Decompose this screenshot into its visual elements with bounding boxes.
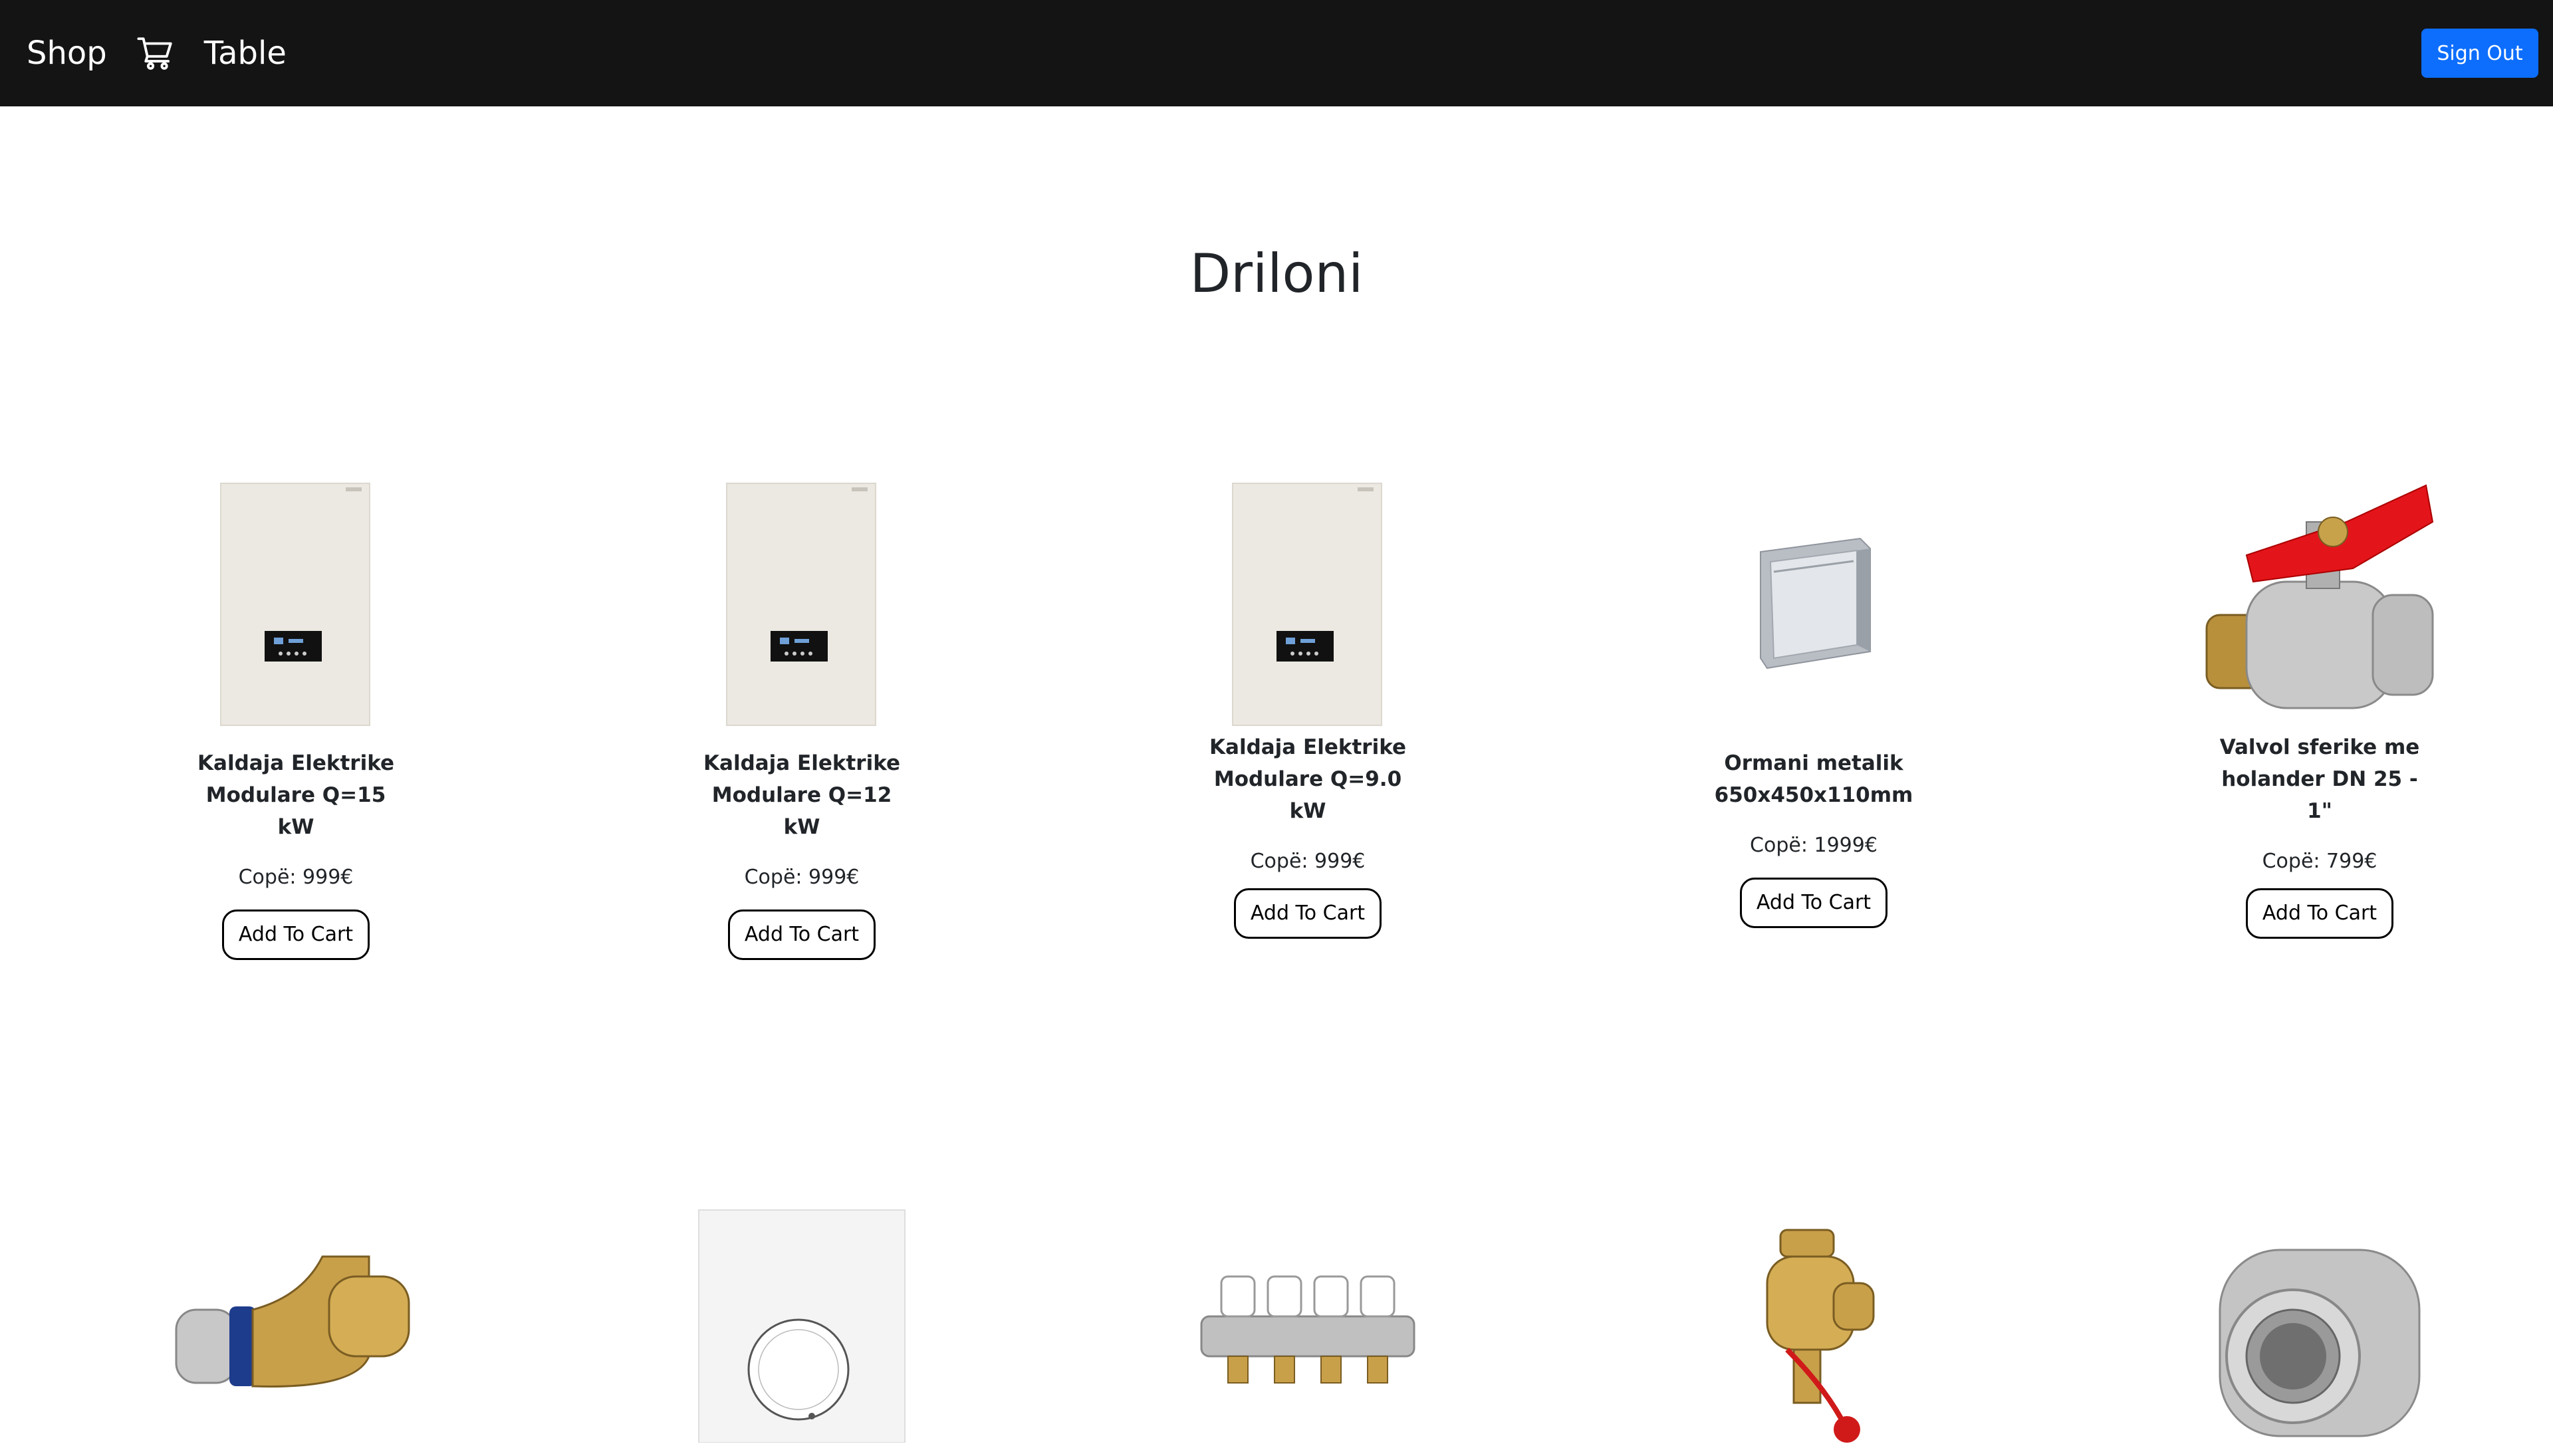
add-to-cart-button[interactable]: Add To Cart — [727, 910, 876, 960]
ball-valve-image[interactable] — [2193, 479, 2446, 731]
product-card — [130, 1203, 462, 1456]
boiler-image[interactable] — [1181, 479, 1434, 731]
product-price: Copë: 1999€ — [1750, 834, 1878, 857]
product-name: Valvol sferike me holander DN 25 - 1" — [2219, 735, 2420, 823]
boiler-image[interactable] — [675, 479, 928, 731]
product-card — [1647, 1203, 1980, 1456]
product-card — [1142, 1203, 1474, 1456]
pipe-union-image[interactable] — [2193, 1203, 2446, 1456]
add-to-cart-button[interactable]: Add To Cart — [1739, 878, 1888, 928]
elbow-fitting-image[interactable] — [170, 1203, 422, 1456]
boiler-image[interactable] — [170, 479, 422, 731]
product-name: Kaldaja Elektrike Modulare Q=15 kW — [197, 751, 394, 839]
product-grid: Kaldaja Elektrike Modulare Q=15 kW Copë:… — [0, 0, 2553, 1443]
product-card: Kaldaja Elektrike Modulare Q=9.0 kW Copë… — [1142, 479, 1474, 939]
product-card: Ormani metalik 650x450x110mm Copë: 1999€… — [1647, 479, 1980, 928]
product-card — [2153, 1203, 2486, 1456]
add-to-cart-button[interactable]: Add To Cart — [1233, 888, 1382, 939]
product-name: Kaldaja Elektrike Modulare Q=12 kW — [703, 751, 900, 839]
product-name: Ormani metalik 650x450x110mm — [1714, 751, 1913, 807]
product-card — [636, 1203, 968, 1456]
product-name: Kaldaja Elektrike Modulare Q=9.0 kW — [1209, 735, 1406, 823]
product-price: Copë: 999€ — [744, 866, 860, 889]
product-price: Copë: 999€ — [238, 866, 354, 889]
brass-valve-image[interactable] — [1687, 1203, 1940, 1456]
product-card: Kaldaja Elektrike Modulare Q=12 kW Copë:… — [636, 479, 968, 960]
thermostat-image[interactable] — [675, 1203, 928, 1456]
add-to-cart-button[interactable]: Add To Cart — [2245, 888, 2394, 939]
product-card: Valvol sferike me holander DN 25 - 1" Co… — [2153, 479, 2486, 939]
add-to-cart-button[interactable]: Add To Cart — [221, 910, 370, 960]
product-card: Kaldaja Elektrike Modulare Q=15 kW Copë:… — [130, 479, 462, 960]
product-price: Copë: 799€ — [2262, 850, 2377, 873]
manifold-image[interactable] — [1181, 1203, 1434, 1456]
metal-cabinet-image[interactable] — [1687, 479, 1940, 731]
product-price: Copë: 999€ — [1250, 850, 1366, 873]
